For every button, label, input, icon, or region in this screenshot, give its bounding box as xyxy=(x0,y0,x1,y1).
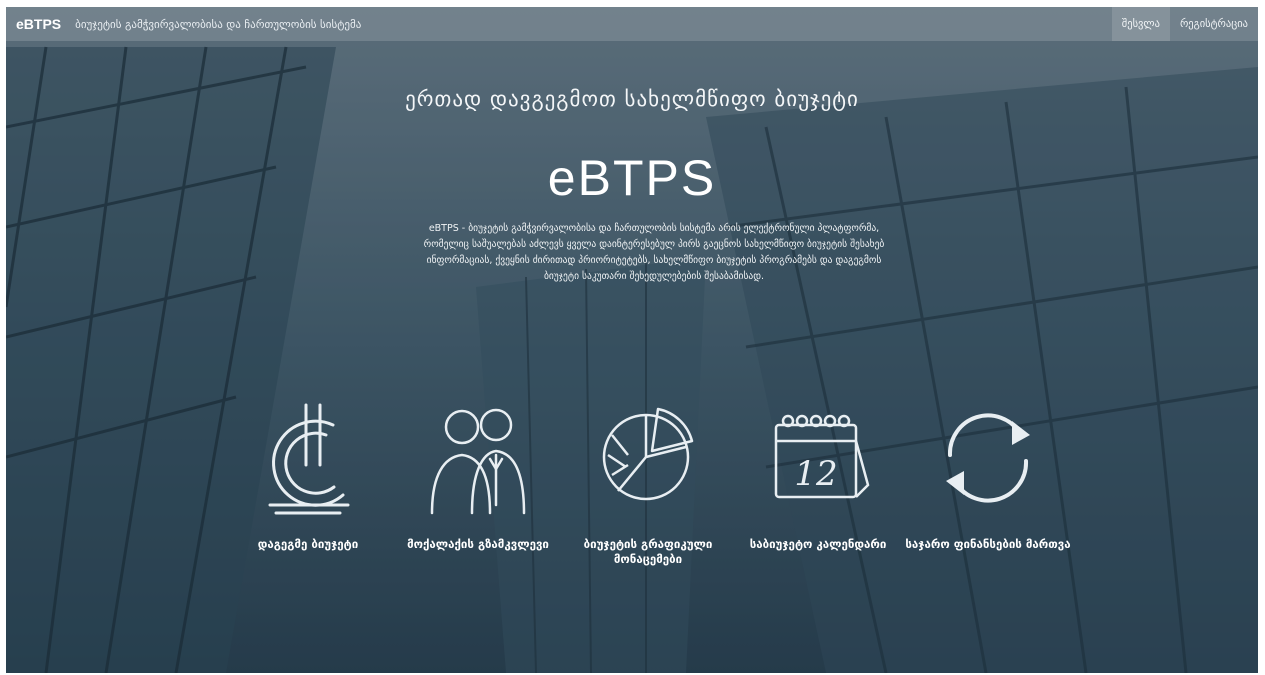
login-link[interactable]: შესვლა xyxy=(1111,7,1170,41)
register-link[interactable]: რეგისტრაცია xyxy=(1170,7,1258,41)
auth-links: შესვლა რეგისტრაცია xyxy=(1111,7,1258,41)
brand-logo[interactable]: eBTPS xyxy=(16,16,61,32)
feature-label: დაგეგმე ბიუჯეტი xyxy=(257,537,359,551)
hero-description: eBTPS - ბიუჯეტის გამჭვირვალობისა და ჩართ… xyxy=(423,223,885,282)
brand-subtitle: ბიუჯეტის გამჭვირვალობისა და ჩართულობის ს… xyxy=(75,17,362,31)
feature-list: დაგეგმე ბიუჯეტი მოქალაქის გზამკვლევი ბიუ… xyxy=(218,395,1088,595)
feature-plan-budget[interactable]: დაგეგმე ბიუჯეტი xyxy=(218,395,398,552)
feature-label: მოქალაქის გზამკვლევი xyxy=(407,537,549,551)
pie-chart-icon xyxy=(602,407,694,501)
calendar-icon: 12 xyxy=(774,414,870,499)
feature-label: ბიუჯეტის გრაფიკული მონაცემები xyxy=(583,537,713,566)
feature-budget-calendar[interactable]: 12 საბიუჯეტო კალენდარი xyxy=(728,395,908,552)
refresh-cycle-icon xyxy=(946,413,1030,503)
hero-title: eBTPS xyxy=(547,150,717,206)
lari-currency-icon xyxy=(268,403,350,515)
calendar-day-number: 12 xyxy=(794,454,837,494)
feature-citizen-guide[interactable]: მოქალაქის გზამკვლევი xyxy=(388,395,568,552)
people-icon xyxy=(430,408,526,515)
hero-tagline: ერთად დავგეგმოთ სახელმწიფო ბიუჯეტი xyxy=(405,87,859,111)
feature-label: საბიუჯეტო კალენდარი xyxy=(749,537,887,551)
feature-label: საჯარო ფინანსების მართვა xyxy=(905,537,1071,551)
feature-public-finance[interactable]: საჯარო ფინანსების მართვა xyxy=(898,395,1078,552)
feature-budget-graphics[interactable]: ბიუჯეტის გრაფიკული მონაცემები xyxy=(558,395,738,567)
top-navbar: eBTPS ბიუჯეტის გამჭვირვალობისა და ჩართულ… xyxy=(6,7,1258,41)
page-frame: eBTPS ბიუჯეტის გამჭვირვალობისა და ჩართულ… xyxy=(6,7,1258,673)
